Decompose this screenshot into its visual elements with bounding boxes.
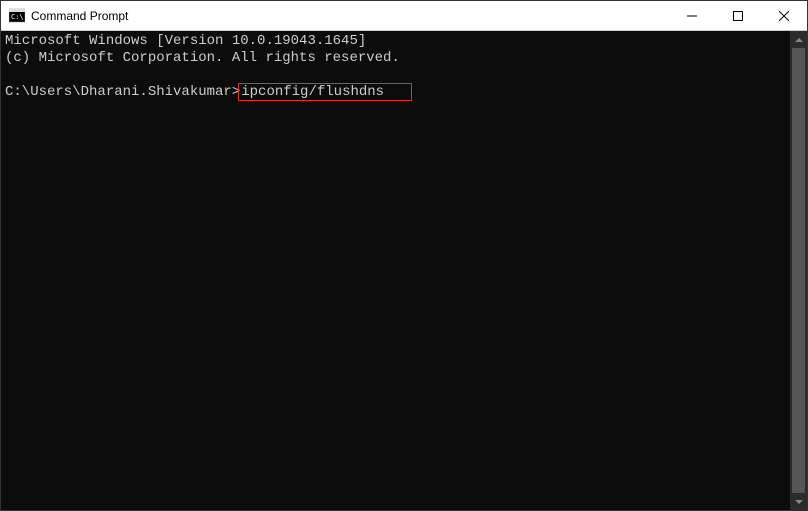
close-button[interactable] <box>761 1 807 30</box>
window-title: Command Prompt <box>31 9 669 23</box>
scroll-up-arrow[interactable] <box>790 31 807 48</box>
cmd-icon: C:\ <box>9 8 25 24</box>
copyright-line: (c) Microsoft Corporation. All rights re… <box>5 50 400 66</box>
maximize-button[interactable] <box>715 1 761 30</box>
scrollbar-track[interactable] <box>790 48 807 493</box>
content-area: Microsoft Windows [Version 10.0.19043.16… <box>1 31 807 510</box>
minimize-button[interactable] <box>669 1 715 30</box>
window-controls <box>669 1 807 30</box>
terminal-output[interactable]: Microsoft Windows [Version 10.0.19043.16… <box>1 31 790 510</box>
typed-command: ipconfig/flushdns <box>241 84 384 100</box>
command-prompt-window: C:\ Command Prompt Microsoft Windows [Ve… <box>0 0 808 511</box>
version-line: Microsoft Windows [Version 10.0.19043.16… <box>5 33 366 49</box>
command-highlight: ipconfig/flushdns <box>238 83 412 101</box>
prompt-path: C:\Users\Dharani.Shivakumar> <box>5 84 240 100</box>
svg-text:C:\: C:\ <box>11 13 24 21</box>
scroll-down-arrow[interactable] <box>790 493 807 510</box>
scrollbar-thumb[interactable] <box>792 48 805 493</box>
titlebar[interactable]: C:\ Command Prompt <box>1 1 807 31</box>
vertical-scrollbar[interactable] <box>790 31 807 510</box>
